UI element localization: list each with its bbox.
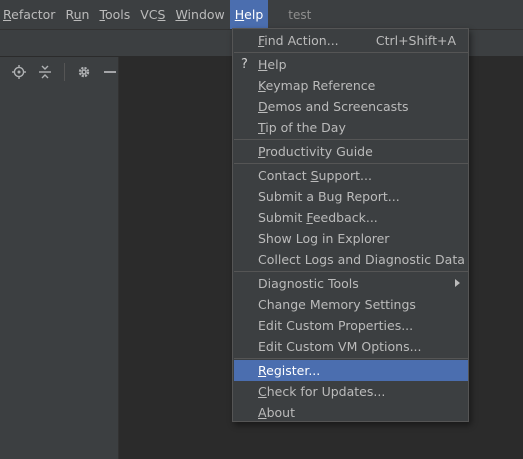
menu-item-label: Tip of the Day <box>258 120 346 135</box>
menu-separator <box>234 271 468 272</box>
menu-item-check-for-updates[interactable]: Check for Updates... <box>234 381 468 402</box>
menu-separator <box>234 139 468 140</box>
menu-item-label: Submit a Bug Report... <box>258 189 400 204</box>
toolbar-separator <box>64 63 65 81</box>
menu-item-label: Contact Support... <box>258 168 372 183</box>
menu-item-change-memory[interactable]: Change Memory Settings <box>234 294 468 315</box>
minimize-icon[interactable] <box>101 63 119 81</box>
menu-item-label: Diagnostic Tools <box>258 276 359 291</box>
menu-item-demos[interactable]: Demos and Screencasts <box>234 96 468 117</box>
menu-item-label: Find Action... <box>258 33 339 48</box>
menu-item-submit-feedback[interactable]: Submit Feedback... <box>234 207 468 228</box>
menu-item-label: Collect Logs and Diagnostic Data <box>258 252 465 267</box>
menu-run[interactable]: Run <box>60 0 94 29</box>
menu-separator <box>234 52 468 53</box>
menu-item-label: Help <box>258 57 287 72</box>
menu-item-productivity-guide[interactable]: Productivity Guide <box>234 141 468 162</box>
menu-item-label: Productivity Guide <box>258 144 373 159</box>
menu-item-show-log[interactable]: Show Log in Explorer <box>234 228 468 249</box>
menu-separator <box>234 163 468 164</box>
help-menu-dropdown: Find Action... Ctrl+Shift+A ? Help Keyma… <box>232 28 469 422</box>
crosshair-icon[interactable] <box>10 63 28 81</box>
menu-item-label: Demos and Screencasts <box>258 99 409 114</box>
menu-item-diagnostic-tools[interactable]: Diagnostic Tools <box>234 273 468 294</box>
menu-item-label: Edit Custom Properties... <box>258 318 414 333</box>
project-tool-window <box>0 57 119 459</box>
menu-vcs[interactable]: VCS <box>135 0 170 29</box>
menu-item-label: Change Memory Settings <box>258 297 416 312</box>
menu-item-collect-logs[interactable]: Collect Logs and Diagnostic Data <box>234 249 468 270</box>
menu-item-label: Edit Custom VM Options... <box>258 339 422 354</box>
menu-bar: Refactor Run Tools VCS Window Help test <box>0 0 523 29</box>
menu-item-help[interactable]: ? Help <box>234 54 468 75</box>
menu-item-label: About <box>258 405 295 420</box>
shortcut-label: Ctrl+Shift+A <box>375 33 456 48</box>
menu-item-edit-custom-vm-options[interactable]: Edit Custom VM Options... <box>234 336 468 357</box>
menu-item-label: Keymap Reference <box>258 78 376 93</box>
menu-item-label: Show Log in Explorer <box>258 231 390 246</box>
question-mark-icon: ? <box>241 57 248 72</box>
menu-item-contact-support[interactable]: Contact Support... <box>234 165 468 186</box>
menu-item-label: Submit Feedback... <box>258 210 378 225</box>
menu-item-label: Register... <box>258 363 321 378</box>
project-title: test <box>288 7 312 22</box>
tool-window-toolbar <box>0 57 119 87</box>
menu-item-edit-custom-properties[interactable]: Edit Custom Properties... <box>234 315 468 336</box>
menu-item-keymap-reference[interactable]: Keymap Reference <box>234 75 468 96</box>
menu-item-find-action[interactable]: Find Action... Ctrl+Shift+A <box>234 30 468 51</box>
gear-icon[interactable] <box>75 63 93 81</box>
menu-item-about[interactable]: About <box>234 402 468 423</box>
menu-item-label: Check for Updates... <box>258 384 386 399</box>
menu-item-register[interactable]: Register... <box>234 360 468 381</box>
menu-item-tip-of-the-day[interactable]: Tip of the Day <box>234 117 468 138</box>
menu-window[interactable]: Window <box>170 0 229 29</box>
menu-separator <box>234 358 468 359</box>
menu-item-submit-bug-report[interactable]: Submit a Bug Report... <box>234 186 468 207</box>
collapse-icon[interactable] <box>36 63 54 81</box>
submenu-arrow-icon <box>455 279 460 287</box>
menu-tools[interactable]: Tools <box>94 0 135 29</box>
menu-refactor[interactable]: Refactor <box>0 0 60 29</box>
menu-help[interactable]: Help <box>229 0 269 29</box>
